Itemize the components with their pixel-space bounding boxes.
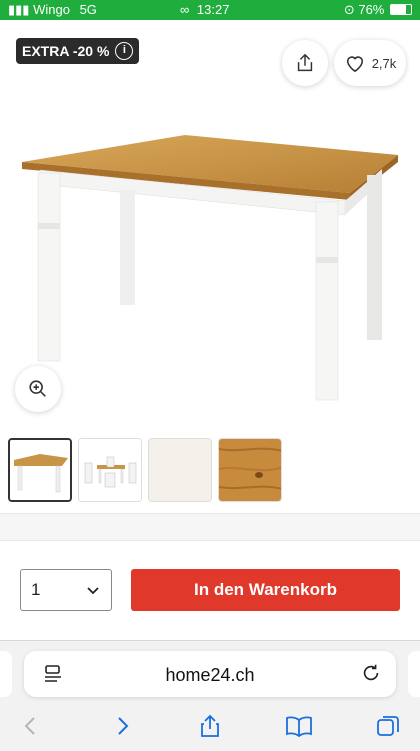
back-icon bbox=[24, 717, 35, 735]
dining-set-thumbnail-image bbox=[79, 439, 141, 501]
chevron-down-icon bbox=[87, 587, 99, 595]
table-thumbnail-image bbox=[10, 440, 70, 500]
discount-badge[interactable]: EXTRA -20 % i bbox=[16, 38, 140, 64]
add-to-cart-button[interactable]: In den Warenkorb bbox=[131, 569, 400, 611]
thumbnail-wood-finish[interactable] bbox=[218, 438, 282, 502]
link-icon: ∞ bbox=[180, 2, 190, 17]
forward-button[interactable] bbox=[107, 711, 137, 741]
signal-icon: ▮▮▮ bbox=[8, 2, 30, 17]
thumbnail-dining-set[interactable] bbox=[78, 438, 142, 502]
zoom-button[interactable] bbox=[15, 366, 61, 412]
discount-badge-label: EXTRA -20 % bbox=[22, 43, 110, 59]
next-tab-edge[interactable] bbox=[408, 651, 420, 697]
back-button[interactable] bbox=[16, 711, 46, 741]
reload-icon[interactable] bbox=[360, 662, 382, 684]
clock: 13:27 bbox=[196, 2, 230, 17]
carrier-name: Wingo bbox=[33, 2, 70, 17]
thumbnail-white-finish[interactable] bbox=[148, 438, 212, 502]
zoom-in-icon bbox=[29, 380, 46, 397]
heart-icon bbox=[346, 56, 363, 73]
share-icon bbox=[297, 53, 313, 72]
thumbnail-table[interactable] bbox=[8, 438, 72, 502]
status-bar: ▮▮▮ Wingo 5G ∞ 13:27 ⊙ 76% bbox=[0, 0, 420, 20]
url-text: home24.ch bbox=[165, 665, 255, 685]
status-right: ⊙ 76% bbox=[344, 2, 412, 18]
product-image[interactable] bbox=[0, 115, 420, 415]
section-divider bbox=[0, 513, 420, 541]
network-type: 5G bbox=[79, 2, 97, 17]
browser-chrome: home24.ch bbox=[0, 640, 420, 751]
previous-tab-edge[interactable] bbox=[0, 651, 12, 697]
like-count: 2,7k bbox=[371, 55, 397, 71]
browser-toolbar bbox=[0, 705, 420, 745]
thumbnail-strip bbox=[8, 438, 418, 502]
bookmarks-icon bbox=[286, 716, 312, 737]
carrier-label: ▮▮▮ Wingo 5G bbox=[8, 2, 97, 18]
orientation-lock-icon: ⊙ bbox=[343, 2, 355, 17]
wishlist-button[interactable]: 2,7k bbox=[334, 40, 406, 86]
wood-grain-thumbnail-image bbox=[219, 439, 281, 501]
tabs-icon bbox=[377, 716, 399, 736]
address-bar[interactable]: home24.ch bbox=[24, 651, 396, 697]
battery-icon bbox=[390, 4, 412, 15]
tabs-button[interactable] bbox=[373, 711, 403, 741]
status-center: ∞ 13:27 bbox=[180, 2, 229, 17]
share-icon bbox=[201, 714, 219, 737]
share-page-button[interactable] bbox=[195, 711, 225, 741]
info-icon[interactable]: i bbox=[115, 42, 134, 60]
bookmarks-button[interactable] bbox=[284, 711, 314, 741]
quantity-value: 1 bbox=[31, 580, 41, 599]
product-page: EXTRA -20 % i 2,7k 1 In den Warenkorb bbox=[0, 20, 420, 640]
battery-percent: 76% bbox=[358, 2, 385, 17]
share-button[interactable] bbox=[282, 40, 328, 86]
quantity-select[interactable]: 1 bbox=[20, 569, 112, 611]
forward-icon bbox=[118, 717, 129, 735]
